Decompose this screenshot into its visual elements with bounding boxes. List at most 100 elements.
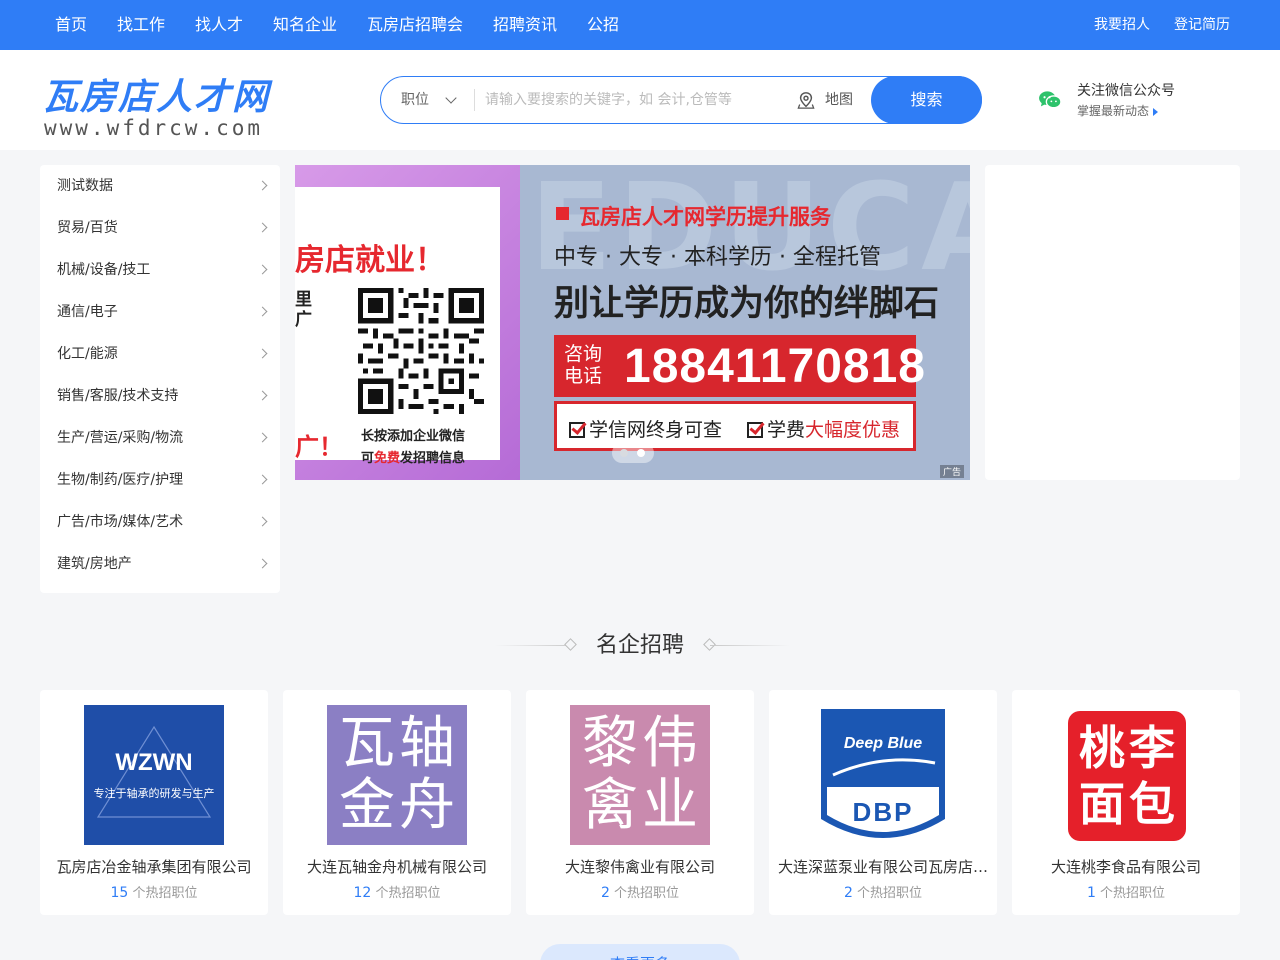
site-logo[interactable]: 瓦房店人才网 bbox=[42, 68, 270, 120]
company-card[interactable]: 瓦轴金舟 大连瓦轴金舟机械有限公司 12 个热招职位 bbox=[283, 690, 511, 915]
company-logo: Deep Blue DBP bbox=[813, 705, 953, 845]
qr-caption: 长按添加企业微信 bbox=[361, 429, 466, 444]
company-card[interactable]: 桃李面包 大连桃李食品有限公司 1 个热招职位 bbox=[1012, 690, 1240, 915]
company-job-count: 1 个热招职位 bbox=[1012, 882, 1240, 901]
company-logo: WZWN 专注于轴承的研发与生产 bbox=[84, 705, 224, 845]
chevron-down-icon[interactable] bbox=[445, 92, 457, 104]
feature-text: 学费 bbox=[767, 419, 806, 441]
taoli-logo-chars: 桃李面包 bbox=[1062, 711, 1192, 841]
company-name[interactable]: 大连瓦轴金舟机械有限公司 bbox=[283, 856, 511, 877]
job-count-number: 2 bbox=[843, 885, 853, 901]
company-logo-text: DBP bbox=[852, 797, 914, 827]
feature-highlight: 大幅度优惠 bbox=[805, 419, 901, 441]
checkbox-icon bbox=[569, 422, 585, 438]
search-button[interactable]: 搜索 bbox=[871, 76, 982, 124]
nav-famous-companies[interactable]: 知名企业 bbox=[273, 0, 337, 50]
company-job-count: 12 个热招职位 bbox=[283, 882, 511, 901]
wechat-follow-title[interactable]: 关注微信公众号 bbox=[1077, 80, 1175, 100]
section-title-famous-companies: 名企招聘 bbox=[595, 633, 684, 658]
category-item[interactable]: 销售/客服/技术支持 bbox=[40, 375, 280, 417]
caption-highlight: 免费 bbox=[374, 451, 401, 466]
company-card[interactable]: 黎伟禽业 大连黎伟禽业有限公司 2 个热招职位 bbox=[526, 690, 754, 915]
category-item[interactable]: 化工/能源 bbox=[40, 333, 280, 375]
chevron-right-icon bbox=[257, 432, 268, 443]
search-bar: 职位 地图 搜索 bbox=[380, 76, 982, 124]
search-input[interactable] bbox=[485, 85, 785, 115]
feature-box: 学信网终身可查 学费大幅度优惠 bbox=[554, 401, 916, 451]
ad-tag: 广告 bbox=[939, 465, 964, 478]
recruit-text-fragment: 广！ bbox=[295, 433, 343, 461]
banner-slide-education[interactable]: EDUCA 瓦房店人才网学历提升服务 中专 · 大专 · 本科学历 · 全程托管… bbox=[520, 165, 970, 480]
nav-job-fair[interactable]: 瓦房店招聘会 bbox=[367, 0, 463, 50]
wechat-follow-subtitle[interactable]: 掌握最新动态 bbox=[1077, 102, 1159, 119]
map-pin-icon[interactable] bbox=[797, 91, 815, 109]
category-item[interactable]: 贸易/百货 bbox=[40, 207, 280, 249]
logo-char: 面 bbox=[1079, 777, 1125, 831]
chevron-right-icon bbox=[257, 180, 268, 191]
nav-public-recruitment[interactable]: 公招 bbox=[587, 0, 619, 50]
category-item[interactable]: 建筑/房地产 bbox=[40, 543, 280, 585]
company-card[interactable]: WZWN 专注于轴承的研发与生产 瓦房店冶金轴承集团有限公司 15 个热招职位 bbox=[40, 690, 268, 915]
map-search-link[interactable]: 地图 bbox=[825, 77, 853, 123]
wechat-subtitle-text: 掌握最新动态 bbox=[1077, 104, 1150, 118]
post-job-link[interactable]: 我要招人 bbox=[1094, 0, 1150, 50]
title-decoration-line bbox=[710, 645, 790, 646]
category-item[interactable]: 生产/营运/采购/物流 bbox=[40, 417, 280, 459]
banner-carousel[interactable]: 房店就业！ 里 广 广！ 长按添加企业微信 可免费发招聘信息 EDUC 瓦房店人… bbox=[295, 165, 970, 480]
category-label: 销售/客服/技术支持 bbox=[57, 388, 179, 404]
nav-find-talent[interactable]: 找人才 bbox=[195, 0, 243, 50]
recruit-text-fragment: 广 bbox=[295, 310, 312, 330]
carousel-dot-active[interactable] bbox=[637, 449, 645, 457]
site-domain: www.wfdrcw.com bbox=[44, 116, 264, 140]
job-category-menu: 测试数据 贸易/百货 机械/设备/技工 通信/电子 化工/能源 销售/客服/技术… bbox=[40, 165, 280, 593]
company-job-count: 2 个热招职位 bbox=[526, 882, 754, 901]
logo-char: 黎 bbox=[582, 711, 638, 776]
job-count-suffix: 个热招职位 bbox=[1100, 886, 1166, 901]
right-side-panel bbox=[985, 165, 1240, 480]
company-card[interactable]: Deep Blue DBP 大连深蓝泵业有限公司瓦房店… 2 个热招职位 bbox=[769, 690, 997, 915]
category-item[interactable]: 通信/电子 bbox=[40, 291, 280, 333]
category-label: 广告/市场/媒体/艺术 bbox=[57, 514, 184, 530]
company-name[interactable]: 大连黎伟禽业有限公司 bbox=[526, 856, 754, 877]
recruit-card: 房店就业！ 里 广 广！ 长按添加企业微信 可免费发招聘信息 bbox=[295, 187, 500, 466]
company-logo-tagline: 专注于轴承的研发与生产 bbox=[93, 787, 215, 800]
company-name[interactable]: 大连桃李食品有限公司 bbox=[1012, 856, 1240, 877]
consult-phone-box: 咨询电话 18841170818 bbox=[554, 335, 925, 397]
category-item[interactable]: 广告/市场/媒体/艺术 bbox=[40, 501, 280, 543]
carousel-dot[interactable] bbox=[620, 449, 628, 457]
company-job-count: 15 个热招职位 bbox=[40, 882, 268, 901]
feature-item: 学信网终身可查 bbox=[569, 415, 722, 442]
nav-news[interactable]: 招聘资讯 bbox=[493, 0, 557, 50]
phone-number: 18841170818 bbox=[624, 340, 926, 393]
logo-char: 轴 bbox=[399, 711, 455, 776]
logo-char: 业 bbox=[642, 773, 698, 838]
category-item[interactable]: 测试数据 bbox=[40, 165, 280, 207]
job-count-suffix: 个热招职位 bbox=[132, 886, 198, 901]
company-name[interactable]: 大连深蓝泵业有限公司瓦房店… bbox=[769, 856, 997, 877]
nav-home[interactable]: 首页 bbox=[55, 0, 87, 50]
job-count-number: 2 bbox=[600, 885, 610, 901]
education-headline: 别让学历成为你的绊脚石 bbox=[554, 284, 940, 324]
banner-slide-recruit[interactable]: 房店就业！ 里 广 广！ 长按添加企业微信 可免费发招聘信息 bbox=[295, 165, 520, 480]
caption-text: 发招聘信息 bbox=[400, 451, 466, 466]
search-type-select[interactable]: 职位 bbox=[401, 77, 429, 123]
company-job-count: 2 个热招职位 bbox=[769, 882, 997, 901]
view-more-button[interactable]: 查看更多 bbox=[540, 944, 740, 960]
job-count-suffix: 个热招职位 bbox=[375, 886, 441, 901]
feature-item: 学费大幅度优惠 bbox=[747, 415, 900, 442]
company-logo: 黎伟禽业 bbox=[570, 705, 710, 845]
category-item[interactable]: 生物/制药/医疗/护理 bbox=[40, 459, 280, 501]
category-item[interactable]: 机械/设备/技工 bbox=[40, 249, 280, 291]
phone-label: 咨询电话 bbox=[564, 343, 603, 387]
chevron-right-icon bbox=[257, 474, 268, 485]
chevron-right-icon bbox=[257, 348, 268, 359]
job-count-suffix: 个热招职位 bbox=[614, 886, 680, 901]
recruit-title: 房店就业！ bbox=[295, 243, 445, 278]
register-resume-link[interactable]: 登记简历 bbox=[1174, 0, 1230, 50]
category-label: 机械/设备/技工 bbox=[57, 262, 151, 278]
job-count-suffix: 个热招职位 bbox=[857, 886, 923, 901]
nav-find-job[interactable]: 找工作 bbox=[117, 0, 165, 50]
top-navigation-bar: 首页 找工作 找人才 知名企业 瓦房店招聘会 招聘资讯 公招 我要招人 登记简历 bbox=[0, 0, 1280, 50]
company-name[interactable]: 瓦房店冶金轴承集团有限公司 bbox=[40, 856, 268, 877]
logo-char: 李 bbox=[1129, 721, 1175, 775]
